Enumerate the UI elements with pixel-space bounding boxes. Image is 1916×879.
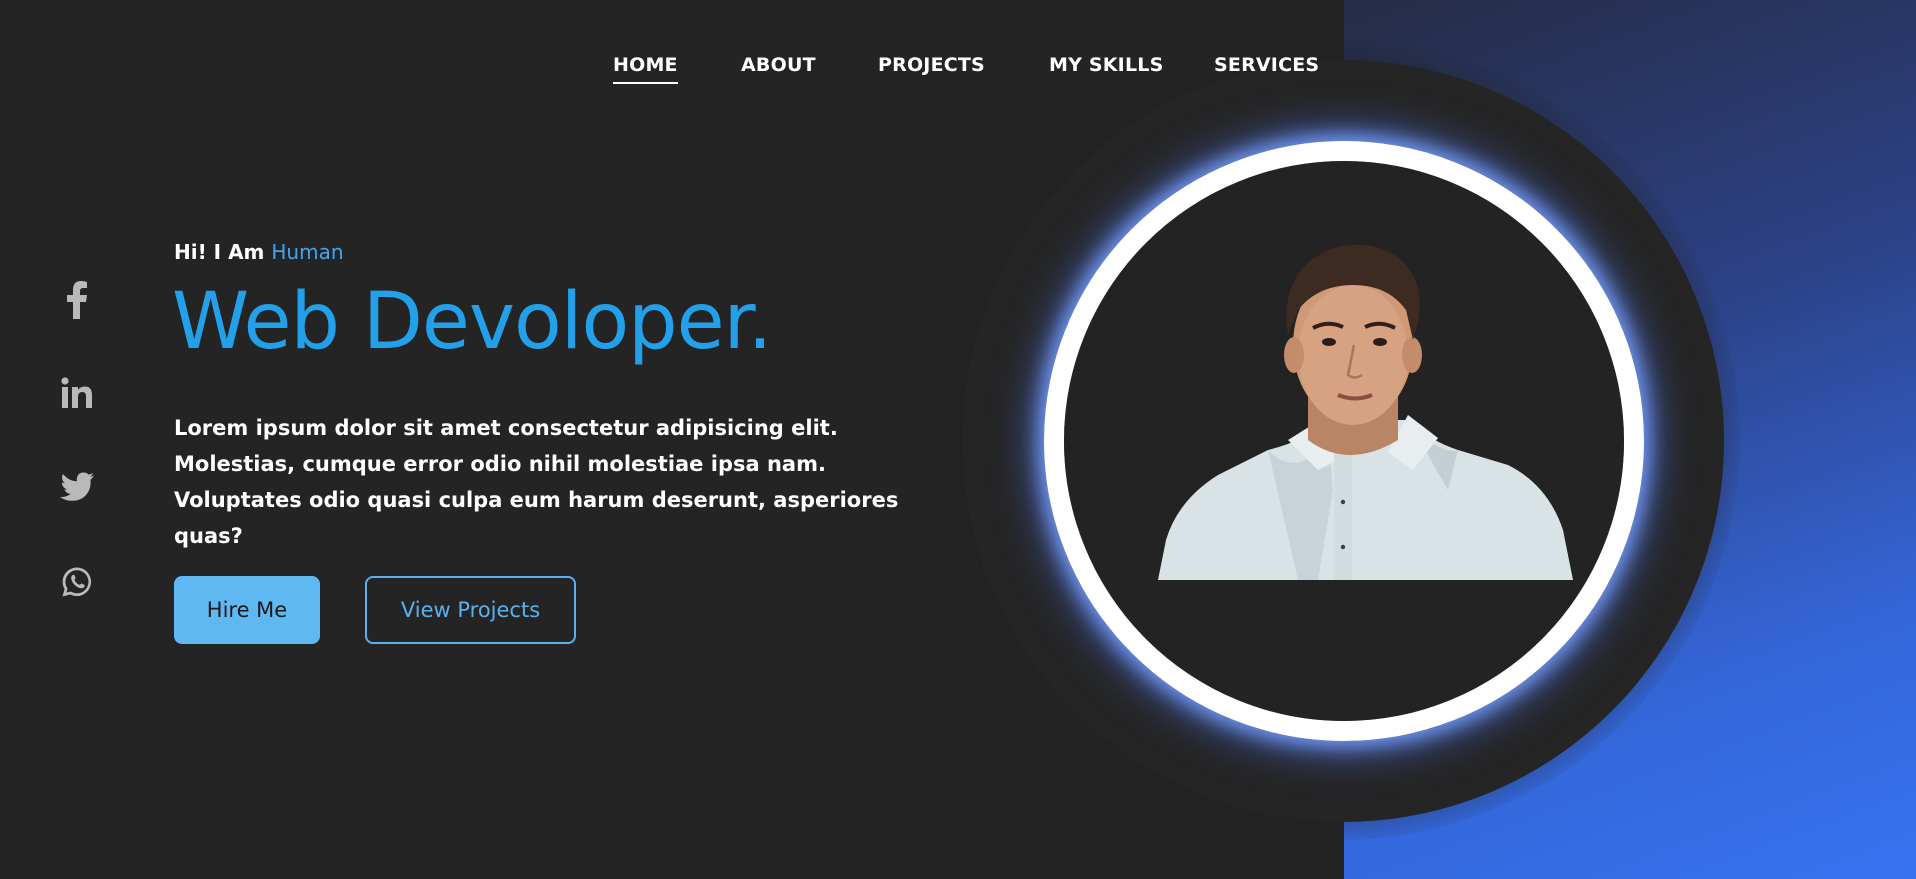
view-projects-button[interactable]: View Projects (365, 576, 576, 644)
hero-description: Lorem ipsum dolor sit amet consectetur a… (174, 416, 899, 548)
nav-projects[interactable]: PROJECTS (878, 54, 985, 82)
nav-about[interactable]: ABOUT (741, 54, 816, 82)
twitter-icon[interactable] (58, 468, 96, 506)
nav-services[interactable]: SERVICES (1214, 54, 1319, 82)
whatsapp-icon[interactable] (58, 563, 96, 601)
nav-my-skills[interactable]: MY SKILLS (1049, 54, 1163, 82)
profile-photo (1158, 244, 1573, 580)
hire-me-button[interactable]: Hire Me (174, 576, 320, 644)
nav-home[interactable]: HOME (613, 54, 678, 84)
headline: Web Devoloper. (172, 277, 772, 367)
facebook-icon[interactable] (58, 281, 96, 319)
greeting: Hi! I Am Human (174, 240, 344, 264)
greeting-name: Human (271, 240, 344, 264)
greeting-prefix: Hi! I Am (174, 240, 272, 264)
linkedin-icon[interactable] (58, 374, 96, 412)
page: HOME ABOUT PROJECTS MY SKILLS SERVICES H… (0, 0, 1916, 879)
